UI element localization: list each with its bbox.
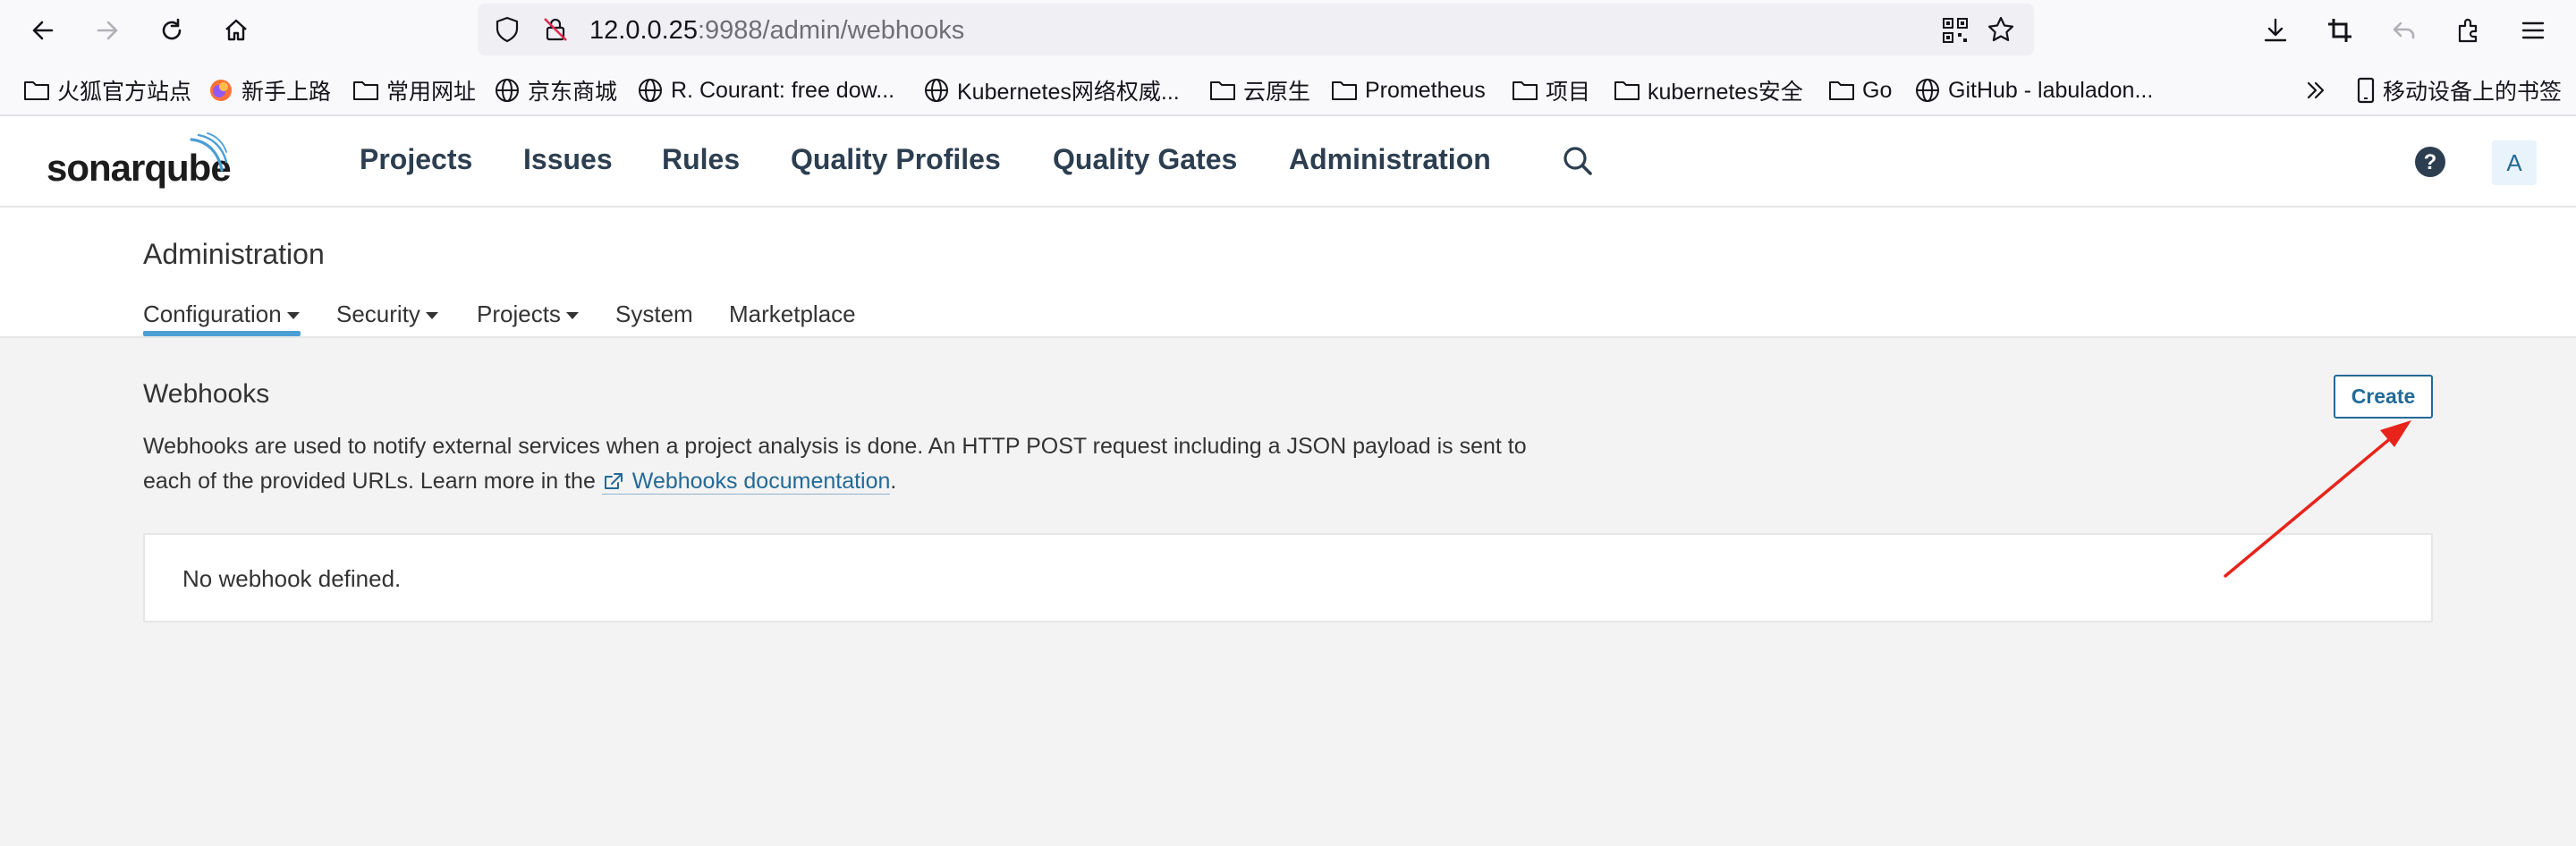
- tab-label: Configuration: [143, 300, 282, 327]
- tab-label: Marketplace: [729, 300, 856, 327]
- tab-marketplace[interactable]: Marketplace: [729, 300, 856, 328]
- globe-icon: [925, 79, 948, 102]
- caret-down-icon: [425, 312, 438, 319]
- webhooks-list: No webhook defined.: [143, 533, 2433, 622]
- crop-icon[interactable]: [2322, 13, 2358, 48]
- tab-label: System: [615, 300, 693, 327]
- bookmark-label: 火狐官方站点: [57, 80, 192, 105]
- nav-projects[interactable]: Projects: [360, 143, 472, 176]
- avatar[interactable]: A: [2492, 140, 2537, 185]
- firefox-icon: [210, 80, 232, 101]
- bookmark-item[interactable]: 新手上路: [208, 73, 331, 107]
- active-tab-indicator: [143, 331, 301, 336]
- webhooks-description: Webhooks are used to notify external ser…: [143, 429, 1574, 499]
- bookmark-label: 常用网址: [386, 80, 477, 105]
- logo-wave-icon: [190, 132, 228, 172]
- help-icon[interactable]: ?: [2413, 145, 2447, 179]
- webhooks-title: Webhooks: [143, 379, 270, 409]
- bookmark-star-icon[interactable]: [1986, 14, 2016, 49]
- folder-icon: [24, 81, 49, 100]
- mobile-bookmarks[interactable]: 移动设备上的书签: [2356, 73, 2562, 107]
- extensions-icon[interactable]: [2451, 13, 2487, 48]
- page-header: Administration Configuration Security Pr…: [0, 207, 2576, 338]
- globe-icon: [1916, 79, 1939, 102]
- bookmark-item[interactable]: 云原生: [1209, 73, 1310, 107]
- globe-icon: [639, 79, 662, 102]
- folder-icon: [1614, 81, 1640, 100]
- bookmark-label: 京东商城: [528, 80, 618, 105]
- bookmark-item[interactable]: Prometheus: [1331, 73, 1486, 107]
- bookmark-item[interactable]: GitHub - labuladon...: [1914, 73, 2153, 107]
- bookmark-item[interactable]: Kubernetes网络权威...: [923, 73, 1180, 107]
- tab-system[interactable]: System: [615, 300, 693, 328]
- downloads-icon[interactable]: [2258, 13, 2293, 48]
- bookmark-label: Kubernetes网络权威...: [957, 80, 1180, 105]
- mobile-bookmarks-label: 移动设备上的书签: [2383, 80, 2563, 105]
- more-bookmarks-icon[interactable]: [2302, 73, 2336, 107]
- undo-icon[interactable]: [2386, 13, 2422, 48]
- bookmark-item[interactable]: kubernetes安全: [1614, 73, 1803, 107]
- bookmark-label: 项目: [1546, 80, 1591, 105]
- folder-icon: [353, 81, 378, 100]
- description-end: .: [890, 469, 897, 494]
- home-icon[interactable]: [218, 13, 254, 48]
- folder-icon: [1829, 81, 1854, 100]
- tab-label: Security: [336, 300, 420, 327]
- page-title: Administration: [143, 238, 325, 270]
- app-header: sonarqube Projects Issues Rules Quality …: [0, 116, 2576, 207]
- tab-projects[interactable]: Projects: [477, 300, 579, 328]
- forward-icon[interactable]: [89, 13, 125, 48]
- back-icon[interactable]: [25, 13, 61, 48]
- tab-label: Projects: [477, 300, 561, 327]
- caret-down-icon: [565, 312, 579, 319]
- bookmark-label: GitHub - labuladon...: [1948, 77, 2154, 103]
- tab-configuration[interactable]: Configuration: [143, 300, 300, 328]
- url-host: 12.0.0.25: [589, 16, 698, 45]
- bookmark-label: Prometheus: [1365, 77, 1486, 103]
- folder-icon: [1513, 81, 1538, 100]
- nav-quality-gates[interactable]: Quality Gates: [1053, 143, 1237, 176]
- nav-quality-profiles[interactable]: Quality Profiles: [791, 143, 1001, 176]
- bookmark-item[interactable]: 火狐官方站点: [23, 73, 191, 107]
- bookmark-label: 云原生: [1243, 80, 1311, 105]
- link-label: Webhooks documentation: [631, 469, 891, 494]
- url-text[interactable]: 12.0.0.25:9988/admin/webhooks: [589, 16, 964, 46]
- external-link-icon: [604, 473, 623, 489]
- insecure-lock-icon[interactable]: [540, 14, 571, 49]
- webhooks-docs-link[interactable]: Webhooks documentation: [601, 469, 891, 495]
- bookmark-label: R. Courant: free dow...: [671, 77, 895, 103]
- shield-icon[interactable]: [492, 14, 522, 49]
- folder-icon: [1332, 81, 1357, 100]
- svg-text:?: ?: [2424, 150, 2437, 174]
- bookmark-item[interactable]: R. Courant: free dow...: [637, 73, 894, 107]
- avatar-letter: A: [2506, 148, 2522, 176]
- bookmarks-bar: 火狐官方站点 新手上路 常用网址 京东商城 R. Courant: free d…: [0, 68, 2576, 113]
- folder-icon: [1210, 81, 1235, 100]
- create-webhook-button[interactable]: Create: [2334, 375, 2433, 419]
- nav-administration[interactable]: Administration: [1289, 143, 1491, 176]
- mobile-device-icon: [2357, 77, 2375, 104]
- caret-down-icon: [286, 312, 300, 319]
- globe-icon: [496, 79, 519, 102]
- reload-icon[interactable]: [154, 13, 190, 48]
- empty-state-text: No webhook defined.: [182, 565, 402, 592]
- bookmark-label: kubernetes安全: [1648, 80, 1803, 105]
- bookmark-item[interactable]: Go: [1828, 73, 1892, 107]
- qr-code-icon[interactable]: [1941, 16, 1970, 49]
- url-path: :9988/admin/webhooks: [697, 16, 965, 45]
- bookmark-label: 新手上路: [242, 80, 332, 105]
- search-icon[interactable]: [1560, 143, 1596, 179]
- bookmark-item[interactable]: 项目: [1512, 73, 1590, 107]
- browser-chrome: 12.0.0.25:9988/admin/webhooks 火狐官方站点 新手上…: [0, 0, 2576, 114]
- menu-icon[interactable]: [2515, 13, 2551, 48]
- nav-issues[interactable]: Issues: [523, 143, 613, 176]
- bookmark-label: Go: [1862, 77, 1893, 103]
- bookmark-item[interactable]: 京东商城: [494, 73, 617, 107]
- url-bar[interactable]: 12.0.0.25:9988/admin/webhooks: [478, 4, 2034, 55]
- nav-rules[interactable]: Rules: [662, 143, 740, 176]
- browser-toolbar: 12.0.0.25:9988/admin/webhooks: [0, 0, 2576, 59]
- tab-security[interactable]: Security: [336, 300, 438, 328]
- bookmark-item[interactable]: 常用网址: [352, 73, 476, 107]
